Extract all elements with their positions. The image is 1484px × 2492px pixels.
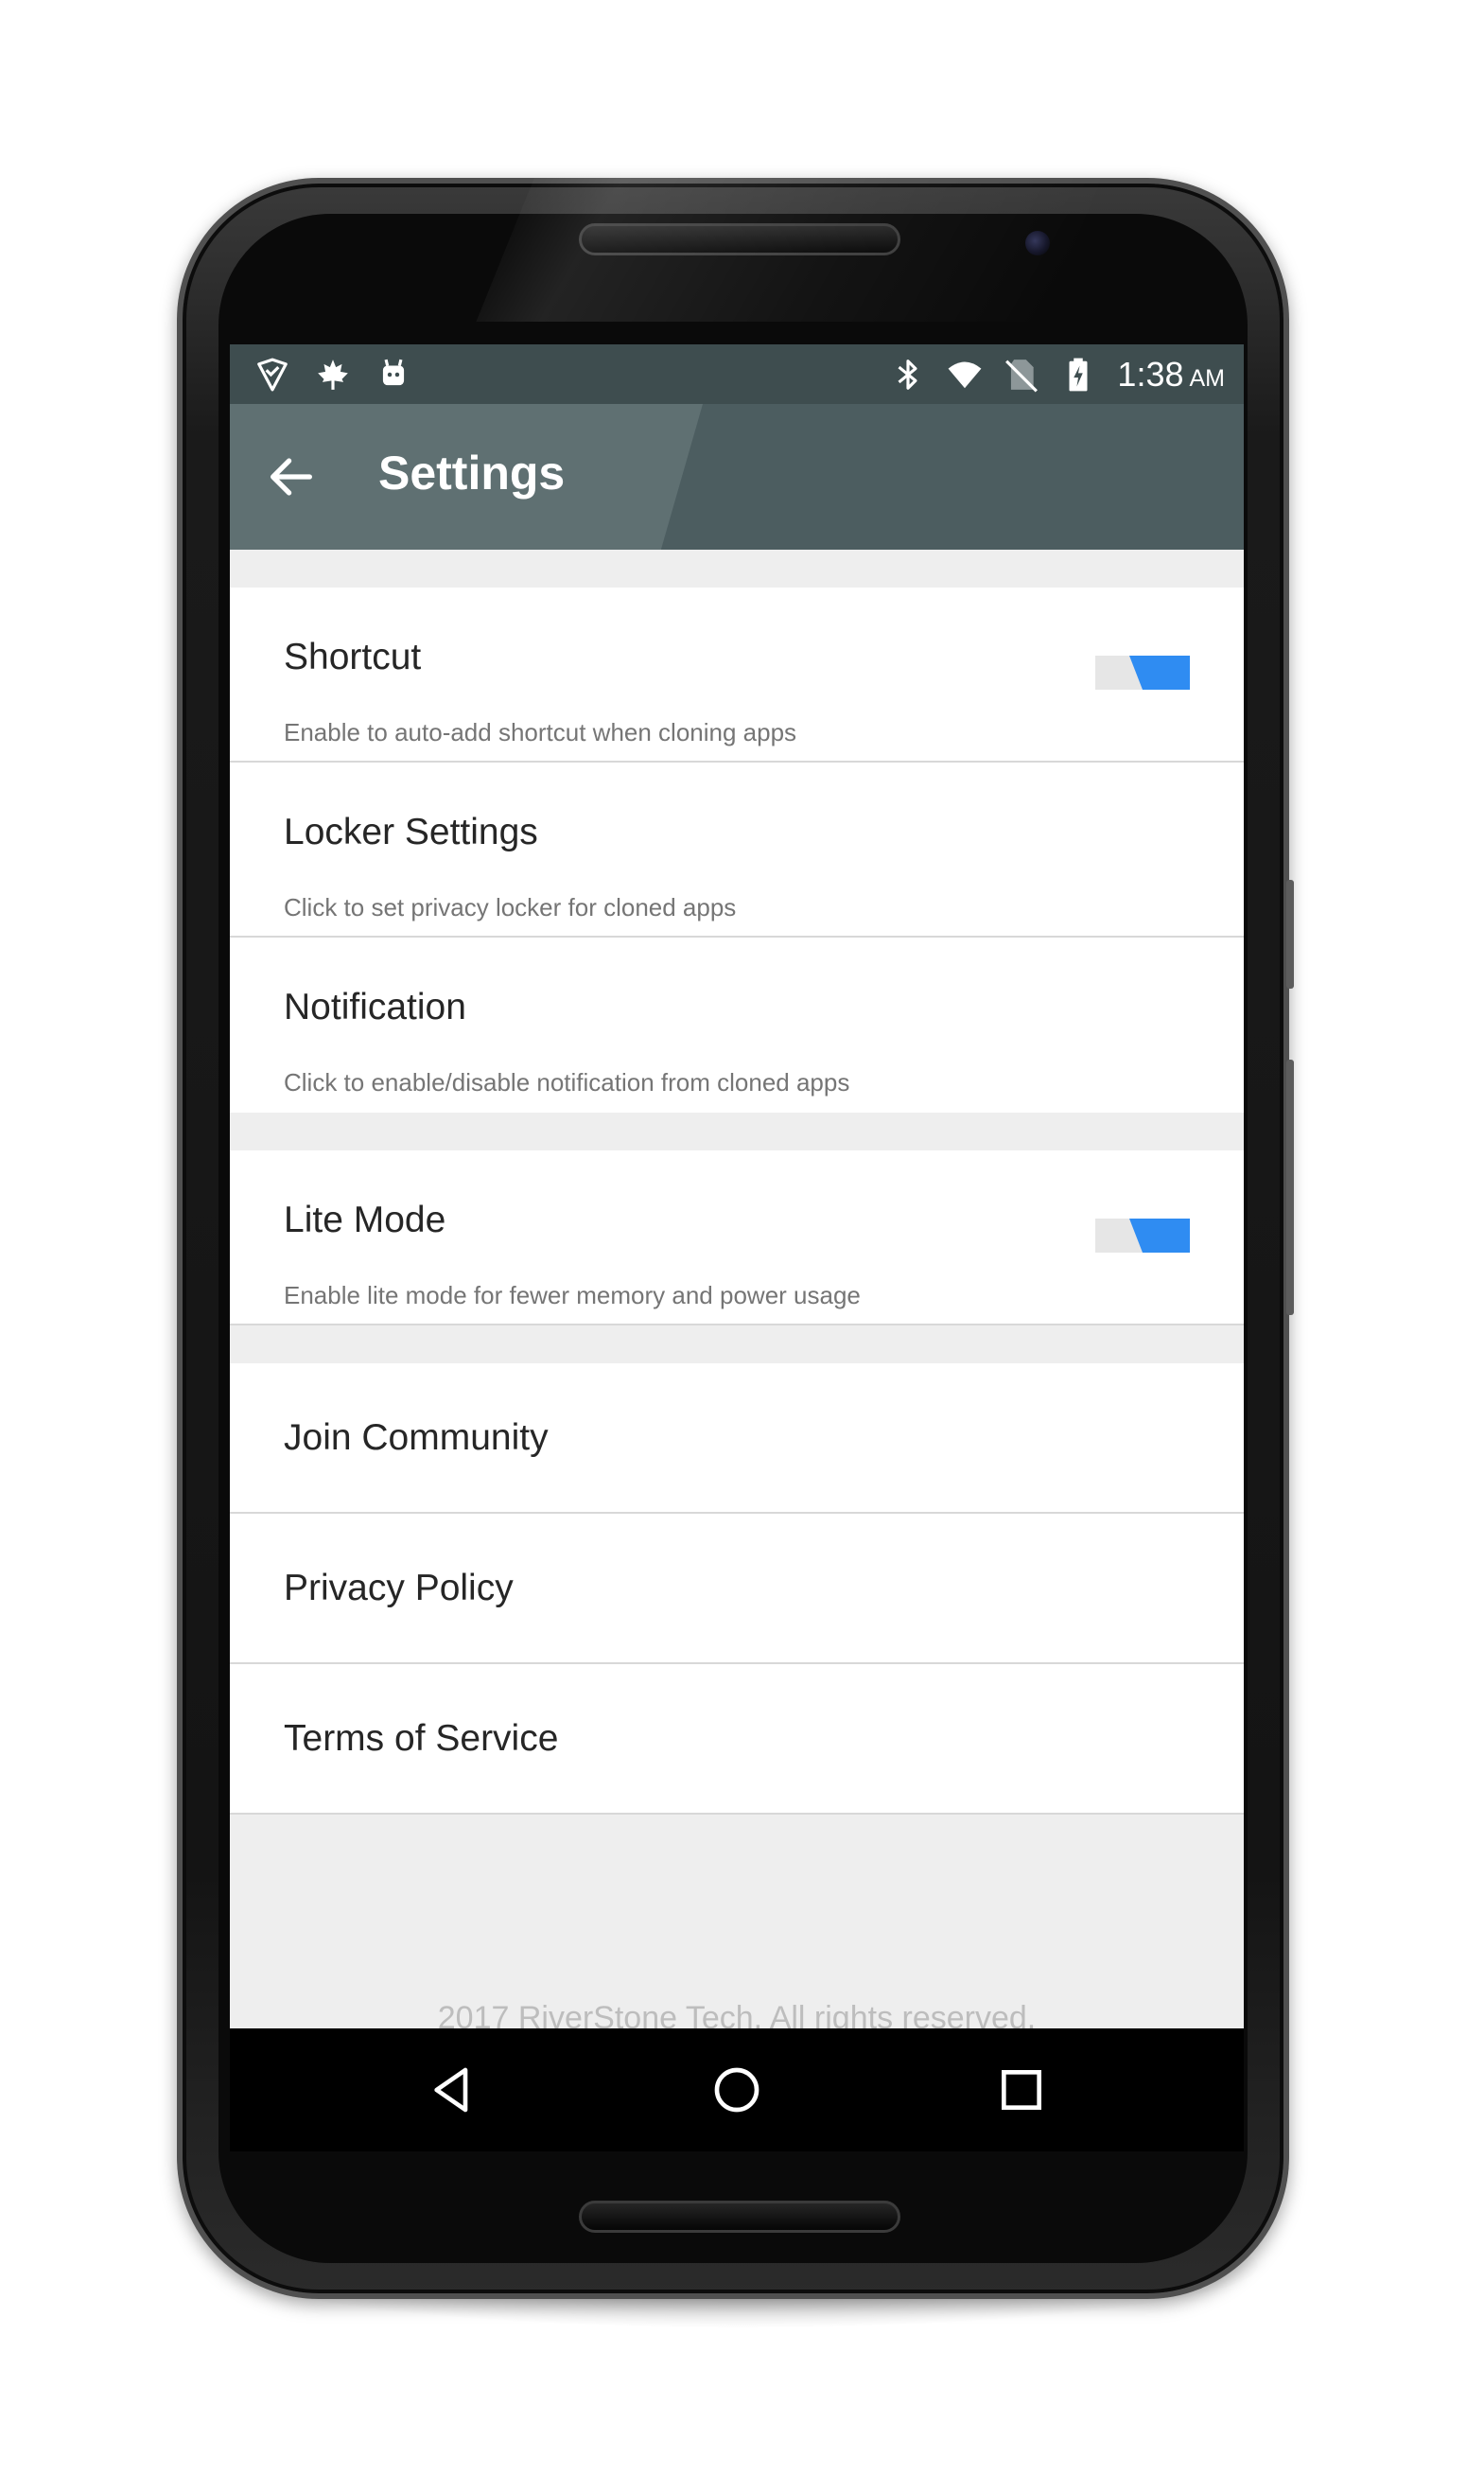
setting-subtitle: Click to set privacy locker for cloned a… [284, 893, 737, 921]
link-title: Join Community [284, 1417, 549, 1458]
arrow-left-icon [271, 458, 312, 496]
link-title: Terms of Service [284, 1718, 559, 1759]
link-terms-of-service[interactable]: Terms of Service [230, 1664, 1244, 1815]
shortcut-toggle[interactable] [1095, 656, 1190, 690]
status-bar: 1:38 AM [230, 344, 1244, 404]
back-button[interactable] [258, 444, 324, 510]
status-clock: 1:38 AM [1117, 355, 1225, 395]
maple-leaf-icon [318, 359, 348, 390]
setting-subtitle: Click to enable/disable notification fro… [284, 1068, 850, 1097]
clock-ampm: AM [1189, 364, 1226, 392]
nav-recents-button[interactable] [993, 2062, 1050, 2118]
wifi-icon [949, 361, 982, 388]
shield-check-icon [257, 358, 288, 391]
setting-subtitle: Enable lite mode for fewer memory and po… [284, 1281, 861, 1309]
setting-title: Locker Settings [284, 812, 538, 852]
setting-locker[interactable]: Locker Settings Click to set privacy loc… [230, 763, 1244, 938]
page-title: Settings [378, 447, 566, 500]
nav-home-button[interactable] [708, 2062, 765, 2118]
setting-title: Notification [284, 987, 466, 1027]
section-divider [230, 1113, 1244, 1150]
nav-back-triangle-icon [434, 2067, 468, 2113]
setting-subtitle: Enable to auto-add shortcut when cloning… [284, 718, 797, 746]
app-toolbar: Settings [230, 404, 1244, 550]
link-join-community[interactable]: Join Community [230, 1363, 1244, 1514]
nav-home-circle-icon [714, 2067, 759, 2113]
clock-time: 1:38 [1117, 354, 1184, 394]
screen-glare [476, 57, 1151, 322]
screen: 1:38 AM Settings Shortcut Enable to auto-… [230, 344, 1244, 2151]
nav-recents-square-icon [1002, 2070, 1041, 2110]
android-head-icon [382, 359, 405, 385]
link-title: Privacy Policy [284, 1568, 514, 1608]
setting-notification[interactable]: Notification Click to enable/disable not… [230, 938, 1244, 1113]
lite-mode-toggle[interactable] [1095, 1219, 1190, 1253]
setting-title: Lite Mode [284, 1200, 446, 1240]
battery-charging-icon [1069, 358, 1088, 391]
setting-shortcut[interactable]: Shortcut Enable to auto-add shortcut whe… [230, 588, 1244, 763]
settings-list: Shortcut Enable to auto-add shortcut whe… [230, 550, 1244, 1815]
section-divider [230, 1325, 1244, 1363]
volume-button [1286, 1060, 1294, 1315]
section-divider [230, 550, 1244, 588]
navigation-bar [230, 2028, 1244, 2151]
bluetooth-icon [898, 359, 917, 390]
bottom-speaker [579, 2201, 900, 2233]
link-privacy-policy[interactable]: Privacy Policy [230, 1514, 1244, 1664]
no-sim-icon [1005, 359, 1039, 393]
nav-back-button[interactable] [424, 2062, 480, 2118]
setting-title: Shortcut [284, 637, 422, 677]
setting-lite-mode[interactable]: Lite Mode Enable lite mode for fewer mem… [230, 1150, 1244, 1325]
power-button [1286, 880, 1294, 989]
